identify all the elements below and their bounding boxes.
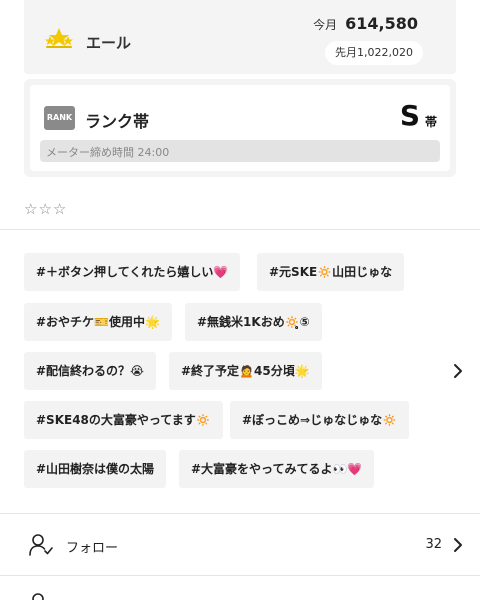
- chevron-right-icon[interactable]: [451, 362, 465, 380]
- rank-label: ランク帯: [85, 112, 150, 131]
- tag-chip[interactable]: #おやチケ🎫使用中🌟: [24, 303, 172, 341]
- tag-chip[interactable]: #元SKE🔅山田じゅな: [257, 253, 405, 291]
- follow-count: 32: [425, 537, 442, 552]
- rank-card: RANK ランク帯 S 帯 メーター締め時間 24:00: [24, 79, 456, 177]
- divider: [0, 575, 480, 576]
- meter-close-time: メーター締め時間 24:00: [46, 146, 170, 159]
- tag-chip[interactable]: #ぼっこめ⇒じゅなじゅな🔅: [230, 401, 410, 439]
- rank-suffix: 帯: [424, 115, 437, 129]
- meter-bar: メーター締め時間 24:00: [40, 140, 440, 162]
- divider: [0, 513, 480, 514]
- tag-chip[interactable]: #配信終わるの？😭: [24, 352, 157, 390]
- tag-chip[interactable]: #SKE48の大富豪やってます🔅: [24, 401, 223, 439]
- tag-chip[interactable]: #終了予定🙍45分頃🌟: [169, 352, 322, 390]
- rank-panel: RANK ランク帯 S 帯 メーター締め時間 24:00: [30, 85, 450, 171]
- yell-label: エール: [86, 34, 132, 52]
- chevron-right-icon: [454, 538, 462, 552]
- yell-card: エール 今月 614,580 先月1,022,020: [24, 0, 456, 74]
- rank-letter: S: [399, 99, 420, 132]
- month-label: 今月: [313, 18, 338, 32]
- user-follow-icon: [29, 534, 53, 556]
- month-value: 614,580: [345, 14, 418, 33]
- follow-label: フォロー: [66, 541, 119, 556]
- last-month-pill: 先月1,022,020: [325, 41, 423, 65]
- tag-chip[interactable]: #大富豪をやってみてるよ👀💗: [179, 450, 375, 488]
- rating-stars: ☆☆☆: [24, 200, 68, 218]
- user-icon: [32, 593, 44, 600]
- tag-chip[interactable]: #山田樹奈は僕の太陽: [24, 450, 167, 488]
- tag-chip[interactable]: #無銭米1Kおめ🔅̥̥̥⑤: [185, 303, 322, 341]
- month-yell: 今月 614,580: [313, 14, 418, 33]
- tag-chip[interactable]: #＋ボタン押してくれたら嬉しい💗: [24, 253, 241, 291]
- rank-badge: RANK: [44, 106, 75, 130]
- divider: [0, 229, 480, 230]
- star-cluster-icon: [45, 28, 73, 48]
